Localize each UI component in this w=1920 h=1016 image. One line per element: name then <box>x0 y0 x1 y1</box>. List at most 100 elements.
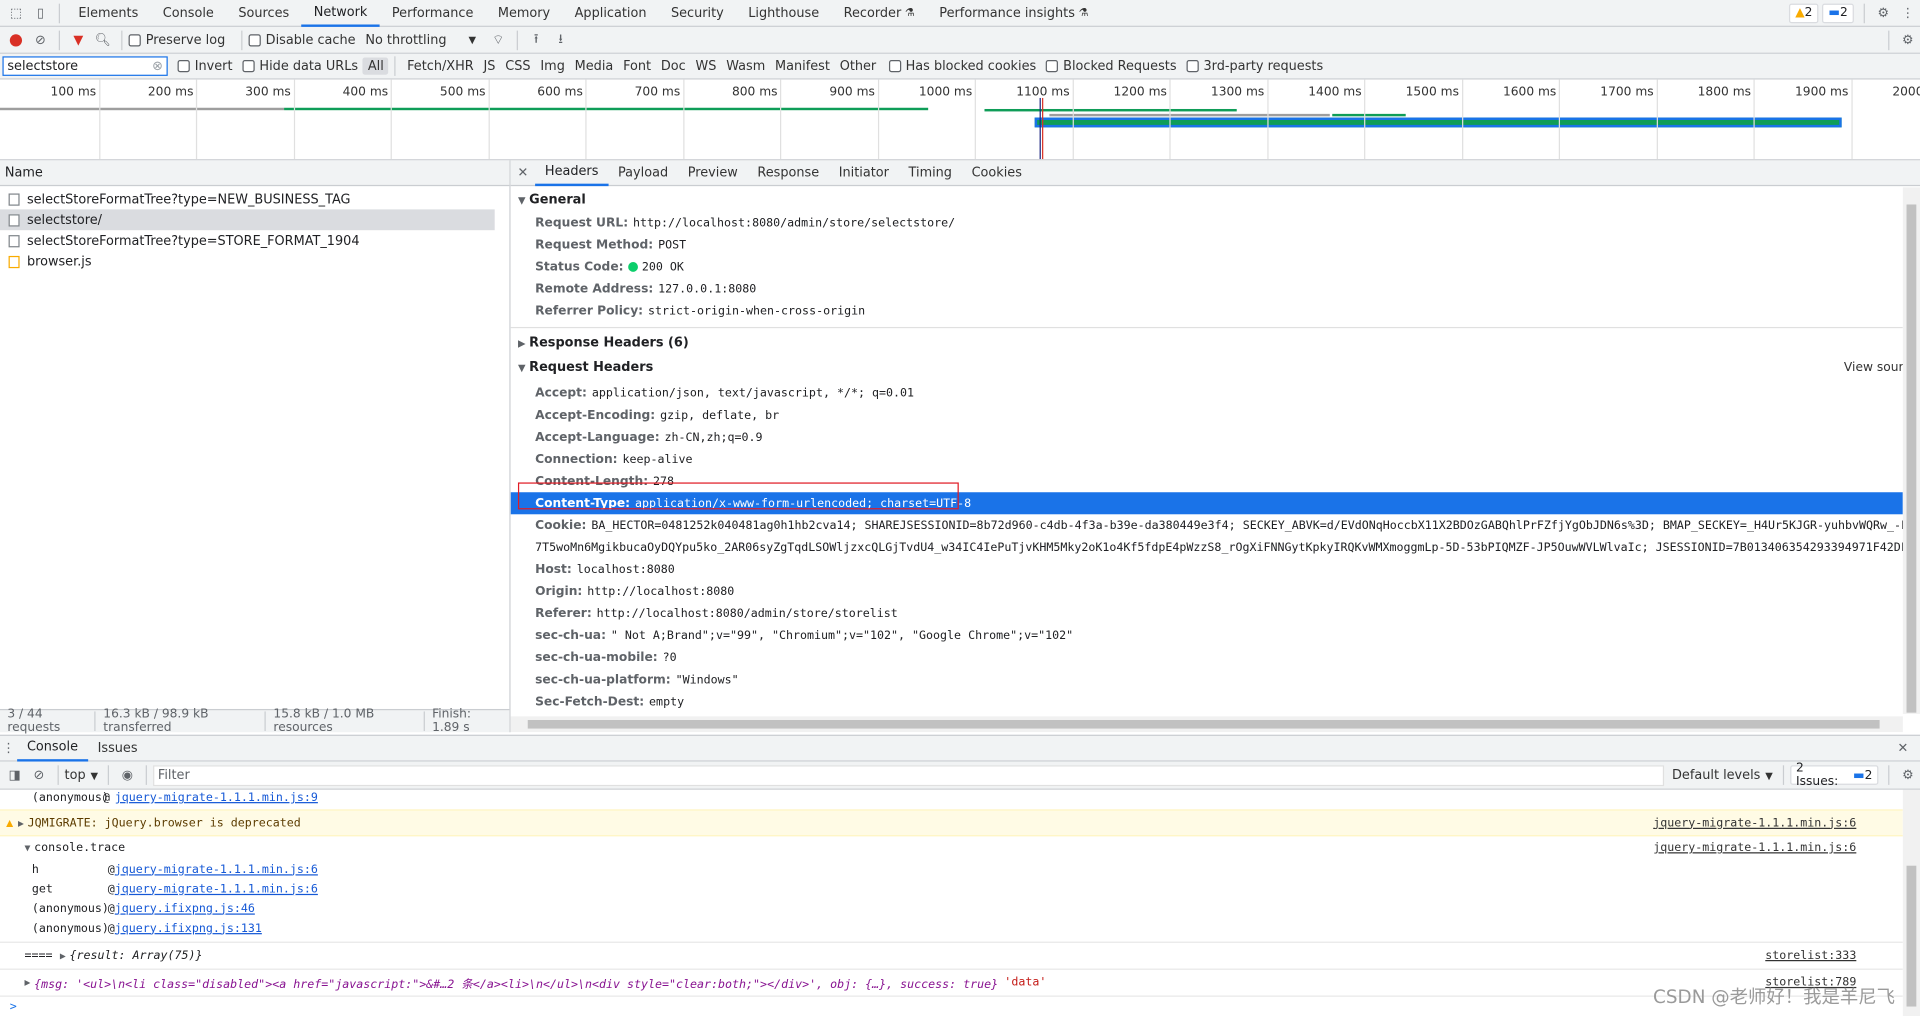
import-har-icon[interactable]: ⭱ <box>524 28 548 52</box>
triangle-down-icon[interactable]: ▼ <box>24 842 30 853</box>
log-levels-select[interactable]: Default levels ▼ <box>1672 768 1773 783</box>
filter-type-ws[interactable]: WS <box>691 58 722 75</box>
third-party-requests-checkbox[interactable]: 3rd-party requests <box>1186 59 1323 73</box>
request-header-row[interactable]: Sec-Fetch-Dest: empty <box>511 691 1903 713</box>
request-row[interactable]: selectStoreFormatTree?type=STORE_FORMAT_… <box>0 230 495 251</box>
close-drawer-icon[interactable]: ✕ <box>1891 736 1915 760</box>
request-header-row[interactable]: Accept: application/json, text/javascript… <box>511 382 1903 404</box>
filter-type-other[interactable]: Other <box>835 58 881 75</box>
filter-type-wasm[interactable]: Wasm <box>721 58 770 75</box>
frame-source-link[interactable]: jquery-migrate-1.1.1.min.js:6 <box>115 863 318 876</box>
request-header-row[interactable]: Content-Type: application/x-www-form-urle… <box>510 482 1903 515</box>
filter-type-media[interactable]: Media <box>570 58 618 75</box>
context-select[interactable]: top ▼ <box>65 768 99 783</box>
request-header-row[interactable]: Connection: keep-alive <box>511 448 1903 470</box>
view-source-link[interactable]: View source <box>1844 361 1903 374</box>
frame-source-link[interactable]: jquery-migrate-1.1.1.min.js:6 <box>115 882 318 895</box>
console-scrollbar[interactable] <box>1902 789 1920 1016</box>
drawer-tab-issues[interactable]: Issues <box>88 735 148 762</box>
tab-performance-insights[interactable]: Performance insights ⚗ <box>927 0 1101 26</box>
request-header-row[interactable]: Host: localhost:8080 <box>511 558 1903 580</box>
preserve-log-checkbox[interactable]: Preserve log <box>128 32 225 47</box>
record-icon[interactable] <box>4 28 28 52</box>
request-header-row[interactable]: Referer: http://localhost:8080/admin/stor… <box>511 602 1903 624</box>
hide-data-urls-checkbox[interactable]: Hide data URLs <box>242 59 358 73</box>
search-icon[interactable]: 🔍︎ <box>91 28 115 52</box>
tab-headers[interactable]: Headers <box>535 160 609 186</box>
tab-preview[interactable]: Preview <box>678 160 748 185</box>
request-row[interactable]: selectstore/ <box>0 209 495 231</box>
tab-sources[interactable]: Sources <box>226 0 301 26</box>
console-log-message[interactable]: ▶ {msg: '<ul>\n<li class="disabled"><a hr… <box>0 970 1903 997</box>
request-row[interactable]: browser.js <box>0 251 495 272</box>
network-conditions-icon[interactable]: ⌔ <box>486 28 510 52</box>
request-header-row[interactable]: Accept-Encoding: gzip, deflate, br <box>511 404 1903 426</box>
request-header-row[interactable]: sec-ch-ua-mobile: ?0 <box>511 647 1903 669</box>
drawer-menu-kebab-icon[interactable]: ⋮ <box>0 736 17 760</box>
general-section-toggle[interactable]: ▼ General <box>511 187 1903 211</box>
tab-cookies[interactable]: Cookies <box>962 160 1032 185</box>
filter-type-fetch-xhr[interactable]: Fetch/XHR <box>402 58 478 75</box>
close-details-icon[interactable]: ✕ <box>511 160 535 184</box>
request-row[interactable]: selectStoreFormatTree?type=NEW_BUSINESS_… <box>0 189 495 210</box>
messages-badge[interactable]: ▬ 2 <box>1822 3 1854 23</box>
tab-response[interactable]: Response <box>748 160 829 185</box>
clear-icon[interactable]: ⊘ <box>28 28 52 52</box>
frame-source-link[interactable]: jquery.ifixpng.js:46 <box>115 902 255 915</box>
tab-payload[interactable]: Payload <box>608 160 678 185</box>
invert-checkbox[interactable]: Invert <box>177 59 232 73</box>
request-header-row[interactable]: Accept-Language: zh-CN,zh;q=0.9 <box>511 426 1903 448</box>
export-har-icon[interactable]: ⭳ <box>548 28 572 52</box>
response-headers-section-toggle[interactable]: ▶ Response Headers (6) <box>511 331 1903 355</box>
filter-icon[interactable]: ▼ <box>66 28 90 52</box>
frame-source-link[interactable]: jquery.ifixpng.js:131 <box>115 921 262 934</box>
tab-lighthouse[interactable]: Lighthouse <box>736 0 831 26</box>
filter-input[interactable]: selectstore ⊗ <box>2 56 168 76</box>
filter-type-img[interactable]: Img <box>535 58 569 75</box>
name-column-header[interactable]: Name <box>0 160 510 187</box>
request-header-row[interactable]: Cookie: BA_HECTOR=0481252k040481ag0h1hb2c… <box>511 514 1903 536</box>
throttling-select[interactable]: No throttling ▼ <box>365 32 476 47</box>
more-options-kebab-icon[interactable]: ⋮ <box>1896 1 1920 25</box>
console-settings-gear-icon[interactable]: ⚙ <box>1896 763 1920 787</box>
console-warning-message[interactable]: ▲ ▶ JQMIGRATE: jQuery.browser is deprecate… <box>0 809 1903 837</box>
console-prompt[interactable]: > <box>0 997 1903 1016</box>
disable-cache-checkbox[interactable]: Disable cache <box>248 32 356 47</box>
tab-performance[interactable]: Performance <box>380 0 486 26</box>
tab-initiator[interactable]: Initiator <box>829 160 899 185</box>
blocked-requests-checkbox[interactable]: Blocked Requests <box>1045 59 1177 73</box>
filter-type-font[interactable]: Font <box>618 58 656 75</box>
request-header-row[interactable]: sec-ch-ua-platform: "Windows" <box>511 669 1903 691</box>
console-filter-input[interactable]: Filter <box>153 764 1665 786</box>
drawer-tab-console[interactable]: Console <box>17 735 88 762</box>
details-vertical-scrollbar[interactable] <box>1902 187 1920 714</box>
network-overview-timeline[interactable]: 100 ms 200 ms 300 ms 400 ms 500 ms 600 ms 700 … <box>0 79 1920 161</box>
request-header-row[interactable]: sec-ch-ua: " Not A;Brand";v="99", "Chromi… <box>511 624 1903 646</box>
filter-type-css[interactable]: CSS <box>500 58 535 75</box>
request-header-row[interactable]: Origin: http://localhost:8080 <box>511 580 1903 602</box>
clear-filter-icon[interactable]: ⊗ <box>152 59 163 74</box>
tab-recorder[interactable]: Recorder ⚗ <box>831 0 927 26</box>
live-expression-eye-icon[interactable]: ◉ <box>115 763 139 787</box>
settings-gear-icon[interactable]: ⚙ <box>1871 1 1895 25</box>
tab-memory[interactable]: Memory <box>486 0 563 26</box>
tab-network[interactable]: Network <box>301 0 380 27</box>
tab-application[interactable]: Application <box>562 0 658 26</box>
console-log-message[interactable]: ==== ▶ {result: Array(75)} storelist:333 <box>0 943 1903 970</box>
device-toolbar-icon[interactable]: ▯ <box>28 1 52 25</box>
tab-console[interactable]: Console <box>151 0 227 26</box>
request-headers-section-toggle[interactable]: ▼Request Headers View source <box>511 355 1903 379</box>
tab-elements[interactable]: Elements <box>66 0 150 26</box>
clear-console-icon[interactable]: ⊘ <box>27 763 51 787</box>
warnings-badge[interactable]: ▲ 2 <box>1789 3 1819 23</box>
sidebar-toggle-icon[interactable]: ◨ <box>2 763 26 787</box>
filter-type-doc[interactable]: Doc <box>656 58 691 75</box>
tab-security[interactable]: Security <box>659 0 736 26</box>
filter-type-js[interactable]: JS <box>479 58 501 75</box>
tab-timing[interactable]: Timing <box>899 160 962 185</box>
has-blocked-cookies-checkbox[interactable]: Has blocked cookies <box>888 59 1036 73</box>
issues-button[interactable]: 2 Issues: ▬ 2 <box>1789 762 1879 789</box>
network-settings-gear-icon[interactable]: ⚙ <box>1896 28 1920 52</box>
details-horizontal-scrollbar[interactable] <box>510 716 1903 733</box>
filter-type-all[interactable]: All <box>362 57 389 75</box>
